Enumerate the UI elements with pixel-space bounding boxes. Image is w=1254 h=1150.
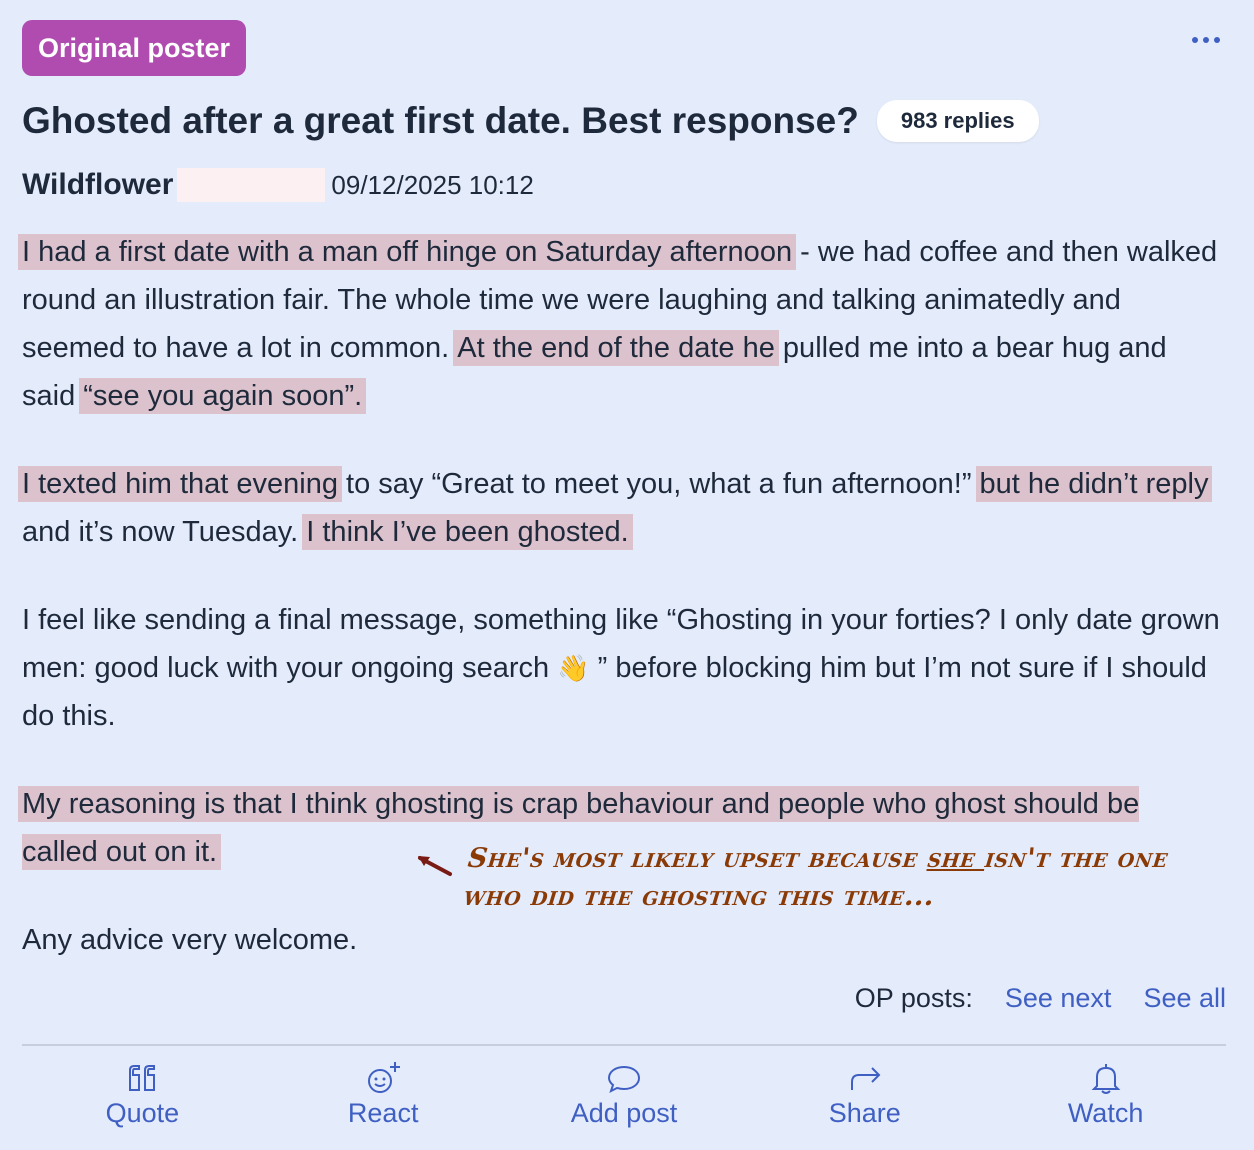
quote-button[interactable]: Quote (22, 1060, 263, 1140)
add-post-label: Add post (570, 1098, 678, 1128)
see-next-link[interactable]: See next (1005, 983, 1112, 1014)
post-text: and it’s now Tuesday. (22, 516, 307, 548)
post-date: 09/12/2025 10:12 (331, 169, 534, 200)
replies-count-badge[interactable]: 983 replies (876, 100, 1039, 142)
dot (1192, 37, 1198, 43)
react-label: React (347, 1098, 419, 1128)
handwritten-annotation: She's most likely upset because she isn'… (462, 843, 1170, 912)
thread-title: Ghosted after a great first date. Best r… (22, 100, 859, 141)
original-poster-badge: Original poster (22, 20, 247, 76)
op-posts-nav: OP posts: See next See all (855, 983, 1226, 1014)
share-button[interactable]: Share (744, 1060, 985, 1140)
highlighted-text: “see you again soon”. (79, 378, 367, 414)
post-paragraph: I had a first date with a man off hinge … (18, 228, 1222, 420)
quote-label: Quote (105, 1098, 180, 1128)
speech-bubble-icon (607, 1065, 640, 1093)
op-posts-label: OP posts: (854, 983, 973, 1013)
quote-icon (129, 1065, 156, 1091)
highlighted-text: I think I’ve been ghosted. (302, 514, 633, 550)
post-paragraph: I texted him that evening to say “Great … (18, 460, 1222, 556)
post-paragraph: Any advice very welcome. (22, 924, 358, 956)
dot (1203, 37, 1209, 43)
add-post-button[interactable]: Add post (504, 1060, 745, 1140)
post-paragraph: I feel like sending a final message, som… (22, 596, 1222, 740)
post-text: to say “Great to meet you, what a fun af… (337, 468, 980, 500)
highlighted-text: At the end of the date he (453, 330, 779, 366)
post-actions-bar: Quote React Add post Share Watch (22, 1060, 1226, 1140)
waving-hand-icon: 👋 (557, 653, 590, 683)
highlighted-text: but he didn’t reply (975, 466, 1213, 502)
share-label: Share (828, 1098, 901, 1128)
watch-button[interactable]: Watch (985, 1060, 1226, 1140)
thread-header: Ghosted after a great first date. Best r… (22, 100, 1039, 142)
highlighted-text: I had a first date with a man off hinge … (18, 234, 797, 270)
bell-icon (1091, 1064, 1120, 1094)
watch-label: Watch (1067, 1098, 1144, 1128)
divider (22, 1044, 1226, 1046)
author-name[interactable]: Wildflower (22, 168, 173, 202)
react-button[interactable]: React (263, 1060, 504, 1140)
react-icon (368, 1062, 401, 1093)
more-options-icon[interactable] (1186, 30, 1226, 50)
redacted-block (177, 168, 326, 202)
highlighted-text: I texted him that evening (18, 466, 342, 502)
dot (1214, 37, 1220, 43)
see-all-link[interactable]: See all (1143, 983, 1226, 1014)
post-meta: Wildflower 09/12/2025 10:12 (22, 168, 534, 202)
annotation-arrow-icon (418, 856, 452, 876)
share-arrow-icon (850, 1067, 881, 1090)
